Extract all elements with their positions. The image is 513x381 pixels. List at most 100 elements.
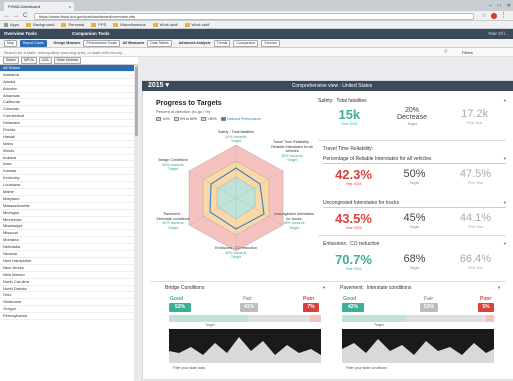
- state-list-item[interactable]: Minnesota: [0, 217, 137, 224]
- state-list-item[interactable]: Alabama: [0, 72, 137, 79]
- performance-goals-button[interactable]: Performance Goals: [83, 39, 120, 47]
- pavement-fair-segment: [405, 315, 487, 322]
- filters-button[interactable]: Filters: [462, 50, 473, 55]
- state-list-item[interactable]: Arkansas: [0, 93, 137, 100]
- state-list-item[interactable]: North Carolina: [0, 279, 137, 286]
- emissions-dropdown[interactable]: Emissions: CO reduction ▾: [323, 239, 506, 248]
- state-list-item[interactable]: Oklahoma: [0, 299, 137, 307]
- folder-icon: [61, 23, 67, 27]
- map-button[interactable]: Map: [4, 39, 17, 47]
- safety-dropdown[interactable]: Safety: Total fatalities ▾: [318, 96, 506, 105]
- state-list-item[interactable]: Mississippi: [0, 223, 137, 231]
- state-list-item[interactable]: New Jersey: [0, 265, 137, 272]
- safety-target-value: 20% Decrease Target: [397, 107, 427, 126]
- state-list-item[interactable]: Pennsylvania: [0, 313, 137, 320]
- state-list-item[interactable]: Illinois: [0, 148, 137, 155]
- pavement-good-segment: [342, 315, 406, 322]
- pavement-dropdown[interactable]: Pavement: Interstate conditions ▾: [340, 285, 500, 293]
- minimize-icon[interactable]: –: [489, 3, 492, 9]
- bookmark-folder[interactable]: Background: [26, 22, 54, 27]
- state-list-item[interactable]: Missouri: [0, 230, 137, 238]
- bookmark-folder[interactable]: Work stuff: [152, 22, 178, 27]
- tab-close-icon[interactable]: ×: [69, 2, 71, 11]
- browser-tab[interactable]: FHWA Dashboard ×: [4, 2, 74, 11]
- state-list-item[interactable]: Nebraska: [0, 244, 137, 252]
- bookmark-folder[interactable]: Personal: [61, 22, 84, 27]
- bookmark-folder[interactable]: Work stuff: [184, 22, 209, 27]
- trends-button[interactable]: Trends: [213, 39, 231, 47]
- chevron-down-icon: ▾: [497, 285, 500, 290]
- tab-mpos[interactable]: MPOs: [20, 57, 37, 64]
- close-window-icon[interactable]: ✕: [507, 3, 511, 9]
- forward-icon[interactable]: →: [13, 12, 19, 20]
- state-list-item[interactable]: Massachusetts: [0, 203, 137, 210]
- back-icon[interactable]: ←: [4, 12, 10, 20]
- ttr-dropdown[interactable]: Percentage of Reliable Interstates for a…: [323, 155, 506, 164]
- state-list-item[interactable]: All States: [0, 65, 137, 72]
- trucks-dropdown[interactable]: Uncongested Interstates for trucks ▾: [323, 199, 506, 208]
- sources-button[interactable]: Sources: [261, 39, 281, 47]
- tab-states[interactable]: States: [3, 57, 19, 64]
- year-of-link[interactable]: Year Of l...: [488, 29, 509, 39]
- state-list-item[interactable]: Montana: [0, 237, 137, 245]
- state-list-item[interactable]: Hawaii: [0, 134, 137, 141]
- tab-state-districts[interactable]: State Districts: [53, 57, 82, 64]
- state-list-item[interactable]: Florida: [0, 127, 137, 134]
- state-list-item[interactable]: New Hampshire: [0, 258, 137, 265]
- state-list-item[interactable]: Indiana: [0, 155, 137, 162]
- maximize-icon[interactable]: □: [498, 3, 501, 9]
- emissions-metric: Emissions: CO reduction ▾ 70.7% Year 2015…: [323, 239, 506, 272]
- bookmark-star-icon[interactable]: ☆: [482, 12, 487, 19]
- all-measures-label: All Measures: [122, 41, 145, 45]
- reload-icon[interactable]: C: [23, 12, 27, 20]
- tab-uza[interactable]: UZA: [38, 57, 52, 64]
- state-list-item[interactable]: New Mexico: [0, 272, 137, 279]
- search-icon[interactable]: ⚲: [444, 49, 448, 55]
- bookmark-folder[interactable]: Miscellaneous: [113, 22, 146, 27]
- distribution-curve: [169, 337, 321, 363]
- state-list: All States Alabama Alaska Arizona Arkansas Ca…: [0, 65, 138, 381]
- bookmark-apps[interactable]: Apps: [4, 22, 19, 27]
- address-field[interactable]: https://www.fhwa.dot.gov/tpm/dashboard/o…: [34, 12, 474, 20]
- state-list-item[interactable]: Michigan: [0, 210, 137, 217]
- toolbar: Map Report Cards Design Measure Performa…: [0, 39, 513, 48]
- extension-icon[interactable]: [491, 13, 497, 19]
- bridge-good-value: 52%: [169, 303, 191, 312]
- bridge-dropdown[interactable]: Bridge Conditions ▾: [165, 285, 325, 293]
- report-cards-button[interactable]: Report Cards: [19, 39, 47, 47]
- state-list-item[interactable]: Maine: [0, 189, 137, 196]
- state-list-item[interactable]: Louisiana: [0, 182, 137, 190]
- companion-tools-tab[interactable]: Companion Tools: [72, 29, 110, 39]
- state-list-item[interactable]: Oregon: [0, 306, 137, 314]
- state-list-item[interactable]: Connecticut: [0, 113, 137, 121]
- report-header: 2015 ▾ Comprehensive view : United State…: [142, 81, 513, 91]
- browser-menu-icon[interactable]: ⋮: [500, 11, 507, 19]
- comparison-button[interactable]: Comparison: [233, 39, 259, 47]
- search-input[interactable]: [4, 49, 454, 56]
- state-list-item[interactable]: Alaska: [0, 79, 137, 86]
- chevron-down-icon: ▾: [503, 240, 506, 246]
- legend-swatch: [156, 117, 161, 121]
- state-list-item[interactable]: Arizona: [0, 86, 137, 93]
- view-title: Comprehensive view : United States: [291, 83, 373, 89]
- state-list-item[interactable]: Delaware: [0, 120, 137, 128]
- state-list-item[interactable]: Maryland: [0, 196, 137, 203]
- state-list-item[interactable]: Kentucky: [0, 175, 137, 183]
- state-list-item[interactable]: Kansas: [0, 168, 137, 176]
- state-list-item[interactable]: Idaho: [0, 141, 137, 148]
- state-list-item[interactable]: California: [0, 99, 137, 107]
- state-list-item[interactable]: Colorado: [0, 106, 137, 114]
- overview-tools-tab[interactable]: Overview Tools: [4, 29, 37, 39]
- year-selector[interactable]: 2015 ▾: [148, 81, 169, 91]
- progress-title: Progress to Targets: [156, 100, 222, 107]
- state-list-item[interactable]: Nevada: [0, 251, 137, 258]
- state-list-item[interactable]: North Dakota: [0, 286, 137, 293]
- data-tables-button[interactable]: Data Tables: [147, 39, 172, 47]
- bookmark-folder[interactable]: PPS: [91, 22, 106, 27]
- trucks-year-value: 43.5% Year 2015: [335, 211, 372, 230]
- chevron-down-icon: ▾: [503, 97, 506, 103]
- state-list-item[interactable]: Iowa: [0, 161, 137, 169]
- radar-label-bridge: Bridge Conditions 50% towards Target: [158, 158, 188, 172]
- state-list-item[interactable]: Ohio: [0, 292, 137, 300]
- trucks-metric: Uncongested Interstates for trucks ▾ 43.…: [323, 199, 506, 230]
